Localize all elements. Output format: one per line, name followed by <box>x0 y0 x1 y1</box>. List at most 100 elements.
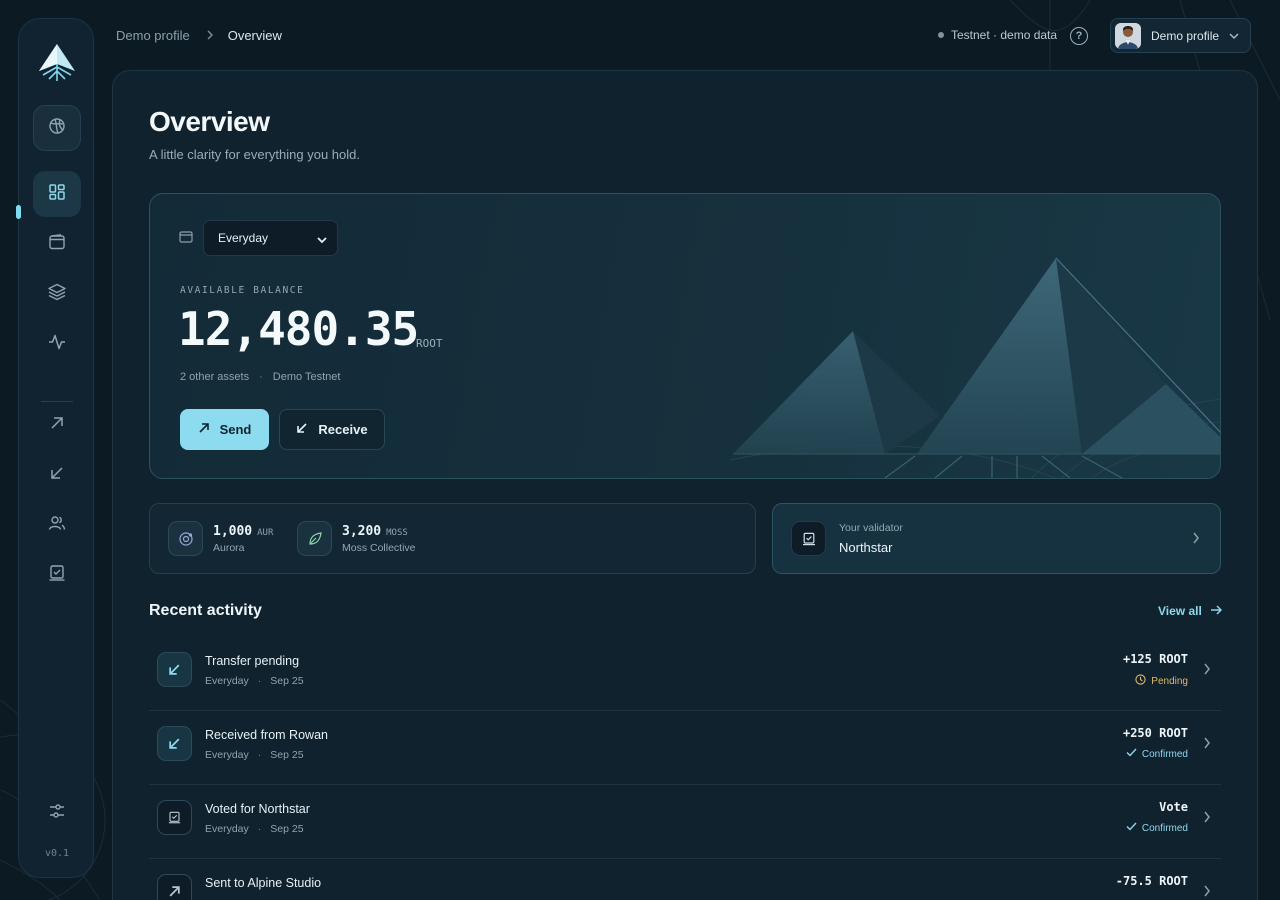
sliders-icon <box>47 801 67 826</box>
vote-icon <box>157 800 192 835</box>
sidebar-item-network[interactable] <box>33 105 81 151</box>
network-status-label: Testnet · demo data <box>951 28 1058 42</box>
orbit-icon <box>168 521 203 556</box>
status-dot <box>938 32 944 38</box>
sidebar-item-governance[interactable] <box>33 552 81 598</box>
arrow-down-left-icon <box>157 726 192 761</box>
balance-label: AVAILABLE BALANCE <box>180 285 305 296</box>
sidebar-item-overview[interactable] <box>33 171 81 217</box>
separator-dot: · <box>257 749 262 761</box>
sidebar-item-activity[interactable] <box>33 321 81 367</box>
check-icon <box>1126 822 1137 834</box>
activity-title: Recent activity <box>149 602 262 619</box>
users-icon <box>47 513 67 538</box>
balance-card: Everyday AVAILABLE BALANCE 12,480.35 ROO… <box>149 193 1221 479</box>
arrow-up-right-icon <box>198 422 210 437</box>
asset-amount: 1,000 <box>213 523 253 539</box>
arrow-down-left-icon <box>296 422 308 437</box>
activity-row[interactable]: Received from Rowan Everyday · Sep 25 +2… <box>149 712 1221 785</box>
sidebar-item-settings[interactable] <box>33 790 81 836</box>
send-button[interactable]: Send <box>180 409 269 450</box>
sidebar-item-contacts[interactable] <box>33 502 81 548</box>
globe-icon <box>47 116 67 141</box>
sidebar-item-receive[interactable] <box>33 452 81 498</box>
validator-card[interactable]: Your validator Northstar <box>772 503 1221 574</box>
activity-row[interactable]: Transfer pending Everyday · Sep 25 +125 … <box>149 638 1221 711</box>
arrow-right-icon <box>1210 604 1222 618</box>
app-logo[interactable] <box>35 41 79 85</box>
layers-icon <box>47 282 67 307</box>
separator-dot: · <box>259 371 263 383</box>
page-title: Overview <box>149 106 270 137</box>
view-all-label: View all <box>1158 604 1202 618</box>
activity-account: Everyday <box>205 749 249 761</box>
activity-amount: +125 ROOT <box>1122 652 1188 666</box>
activity-amount: +250 ROOT <box>1122 726 1188 740</box>
breadcrumb: Demo profile Overview <box>116 28 282 43</box>
activity-name: Sent to Alpine Studio <box>205 876 322 890</box>
activity-meta: Everyday · Sep 25 <box>205 749 304 761</box>
chevron-down-icon <box>1229 27 1239 45</box>
sidebar-item-wallet[interactable] <box>33 221 81 267</box>
asset-item[interactable]: 3,200 MOSS Moss Collective <box>297 521 416 556</box>
asset-item[interactable]: 1,000 AUR Aurora <box>168 521 273 556</box>
asset-name: Moss Collective <box>342 541 416 554</box>
activity-name: Voted for Northstar <box>205 802 310 816</box>
activity-row[interactable]: Voted for Northstar Everyday · Sep 25 Vo… <box>149 786 1221 859</box>
sidebar: v0.1 <box>16 18 94 878</box>
main-panel: Overview A little clarity for everything… <box>112 70 1258 900</box>
active-indicator <box>16 205 21 219</box>
status-label: Pending <box>1151 675 1188 687</box>
network-status: Testnet · demo data <box>938 28 1057 42</box>
chevron-right-icon <box>1203 810 1211 828</box>
view-all-link[interactable]: View all <box>1158 604 1222 618</box>
vote-icon <box>791 521 826 556</box>
status-label: Confirmed <box>1141 822 1188 834</box>
validator-label: Your validator <box>839 522 903 534</box>
activity-meta: Everyday · Sep 25 <box>205 675 304 687</box>
separator-dot: · <box>257 675 262 687</box>
separator-dot: · <box>257 823 262 835</box>
clock-icon <box>1135 674 1146 688</box>
profile-menu-button[interactable]: Demo profile <box>1110 18 1251 53</box>
balance-unit: ROOT <box>416 337 443 350</box>
validator-name: Northstar <box>839 540 893 555</box>
status-badge: Confirmed <box>1126 822 1188 834</box>
receive-button[interactable]: Receive <box>279 409 385 450</box>
balance-value: 12,480.35 <box>178 302 419 356</box>
arrow-down-left-icon <box>47 463 67 488</box>
balance-meta: 2 other assets · Demo Testnet <box>180 371 340 383</box>
chevron-right-icon <box>1203 736 1211 754</box>
breadcrumb-current: Overview <box>227 28 282 43</box>
chevron-down-icon <box>317 233 327 247</box>
sidebar-item-staking[interactable] <box>33 271 81 317</box>
account-select[interactable]: Everyday <box>203 220 338 256</box>
sidebar-item-send[interactable] <box>33 402 81 448</box>
other-assets-count: 2 other assets <box>180 371 250 383</box>
dashboard-icon <box>47 182 67 207</box>
chevron-right-icon <box>1203 884 1211 900</box>
breadcrumb-parent[interactable]: Demo profile <box>116 28 190 43</box>
avatar <box>1115 22 1141 49</box>
activity-account: Everyday <box>205 675 249 687</box>
receive-button-label: Receive <box>318 422 368 437</box>
wallet-icon <box>47 232 67 257</box>
other-assets-card: 1,000 AUR Aurora 3,200 MOSS Moss Collectiv… <box>149 503 756 574</box>
balance-network: Demo Testnet <box>272 371 341 383</box>
activity-amount: -75.5 ROOT <box>1115 874 1188 888</box>
activity-date: Sep 25 <box>270 675 304 687</box>
activity-date: Sep 25 <box>270 749 304 761</box>
activity-date: Sep 25 <box>270 823 304 835</box>
wallet-icon <box>179 230 193 249</box>
app-version: v0.1 <box>44 848 70 859</box>
status-badge: Pending <box>1135 674 1188 688</box>
activity-row[interactable]: Sent to Alpine Studio -75.5 ROOT <box>149 860 1221 900</box>
help-button[interactable]: ? <box>1070 27 1088 45</box>
asset-symbol: AUR <box>257 527 274 538</box>
chevron-right-icon <box>1203 662 1211 680</box>
activity-amount: Vote <box>1159 800 1188 814</box>
asset-amount: 3,200 <box>342 523 382 539</box>
activity-account: Everyday <box>205 823 249 835</box>
mountains-illustration <box>730 257 1220 478</box>
arrow-up-right-icon <box>157 874 192 900</box>
